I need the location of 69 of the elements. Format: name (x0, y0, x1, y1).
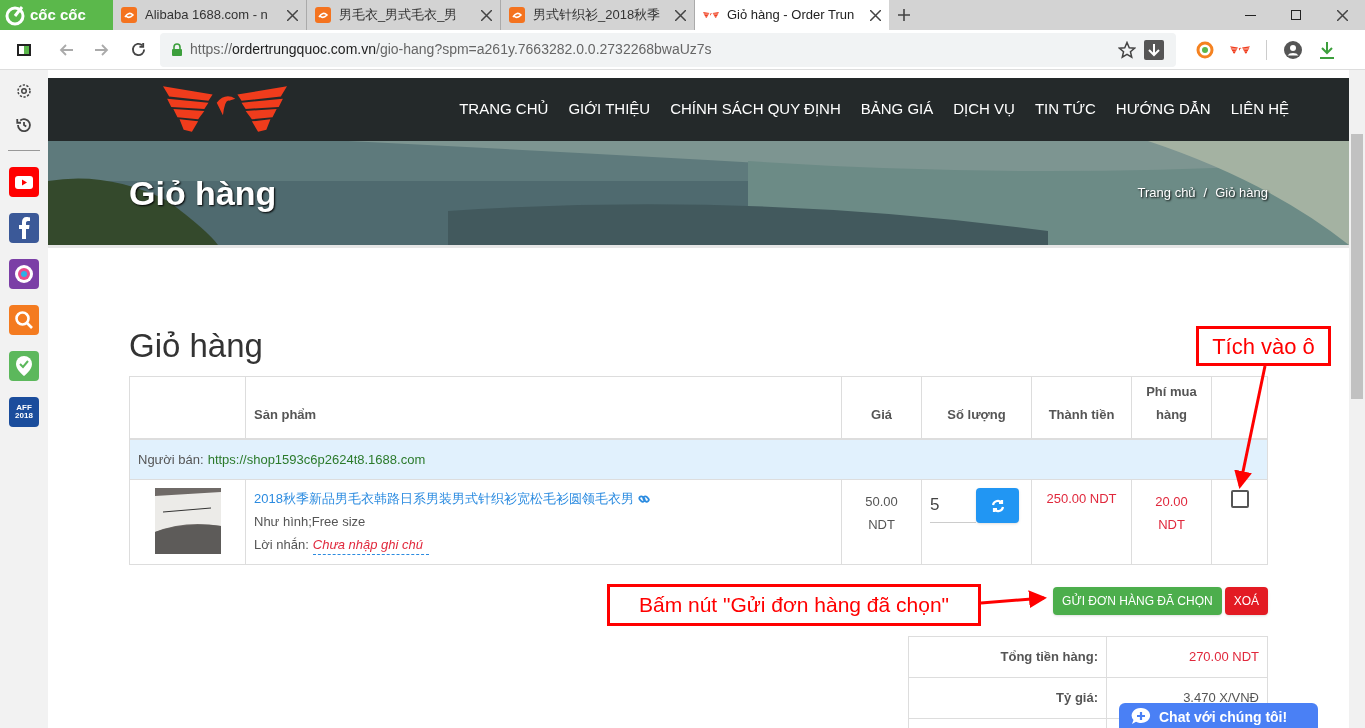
chat-plus-icon (1131, 707, 1151, 725)
update-button[interactable] (976, 488, 1019, 523)
shop-icon (509, 7, 525, 23)
column-header: Phí mua hàng (1132, 377, 1212, 438)
product-link[interactable]: 2018秋季新品男毛衣韩路日系男装男式针织衫宽松毛衫圆领毛衣男 (254, 490, 634, 508)
history-icon[interactable] (15, 116, 33, 134)
shop-icon (121, 7, 137, 23)
video-app-icon[interactable] (9, 167, 39, 197)
nav-link[interactable]: HƯỚNG DẪN (1115, 98, 1211, 121)
annotation-arrow (980, 590, 1047, 609)
price-cell: 50.00 NDT (865, 494, 898, 532)
page-heading: Giỏ hàng (129, 326, 263, 366)
column-header: Thành tiền (1032, 377, 1132, 438)
column-header: Giá (842, 377, 922, 438)
close-icon[interactable] (870, 9, 881, 21)
banner-title: Giỏ hàng (129, 172, 277, 214)
sidebar-toggle-icon[interactable] (17, 43, 31, 56)
nav-link[interactable]: TRANG CHỦ (459, 98, 549, 121)
nav-link[interactable]: BẢNG GIÁ (860, 98, 934, 121)
browser-tab[interactable]: Giỏ hàng - Order Trun (695, 0, 889, 30)
football-app-icon[interactable]: AFF 2018 (9, 397, 39, 427)
select-checkbox[interactable] (1230, 490, 1249, 508)
summary-label: Tỷ giá: (1056, 689, 1098, 708)
lock-icon (172, 43, 182, 56)
shop-icon (315, 7, 331, 23)
close-icon[interactable] (287, 9, 298, 21)
seller-label: Người bán: (138, 450, 204, 469)
delete-button[interactable]: XOÁ (1224, 587, 1268, 615)
close-icon[interactable] (675, 9, 686, 21)
breadcrumb-link[interactable]: Trang chủ (1137, 183, 1196, 203)
music-app-icon[interactable] (9, 259, 39, 289)
callout-box: Tích vào ô (1196, 326, 1331, 366)
download-icon[interactable] (1319, 40, 1335, 59)
new-tab-icon[interactable] (898, 9, 910, 21)
address-bar[interactable]: https://ordertrungquoc.com.vn/gio-hang?spm=a261y.7663282.0.0.2732268bwaUz7s (160, 32, 1176, 67)
refresh-icon (990, 498, 1005, 513)
total-cell: 250.00 NDT (1046, 491, 1117, 506)
download-icon[interactable] (1144, 39, 1164, 60)
settings-icon[interactable] (15, 82, 33, 100)
app-icon-label: 2018 (15, 412, 33, 420)
note-label: Lời nhắn: (254, 536, 309, 554)
app-icon-label: AFF (16, 404, 32, 412)
scrollbar-thumb[interactable] (1351, 134, 1363, 399)
fee-cell: 20.00 NDT (1155, 494, 1188, 532)
nav-link[interactable]: TIN TỨC (1034, 98, 1096, 121)
link-icon (637, 493, 650, 505)
account-icon[interactable] (1283, 39, 1303, 60)
callout-box: Bấm nút "Gửi đơn hàng đã chọn" (607, 584, 981, 626)
summary-value: 270.00 NDT (1188, 648, 1259, 667)
search-app-icon[interactable] (9, 305, 39, 335)
close-icon[interactable] (481, 9, 492, 21)
nav-link[interactable]: CHÍNH SÁCH QUY ĐỊNH (670, 98, 841, 121)
product-variant: Như hình;Free size (254, 513, 367, 531)
column-header: Số lượng (922, 377, 1032, 438)
breadcrumb-separator: / (1203, 184, 1208, 203)
nav-link[interactable]: GIỚI THIỆU (568, 98, 651, 121)
seller-link[interactable]: https://shop1593c6p2624t8.1688.com (207, 449, 426, 470)
note-field[interactable]: Chưa nhập ghi chú (312, 536, 429, 555)
nav-link[interactable]: DỊCH VỤ (953, 98, 1015, 121)
social-app-icon[interactable] (9, 213, 39, 243)
breadcrumb-current: Giỏ hàng (1215, 184, 1268, 203)
chat-button[interactable]: Chat với chúng tôi! (1119, 703, 1318, 728)
summary-label: Tổng tiền hàng: (1000, 648, 1098, 667)
reload-icon[interactable] (130, 42, 146, 57)
extension-icon[interactable] (1196, 40, 1214, 59)
star-icon[interactable] (1118, 40, 1136, 59)
close-icon[interactable] (1336, 9, 1348, 21)
nav-link[interactable]: LIÊN HỆ (1230, 98, 1289, 121)
column-header: Sản phẩm (246, 377, 842, 438)
